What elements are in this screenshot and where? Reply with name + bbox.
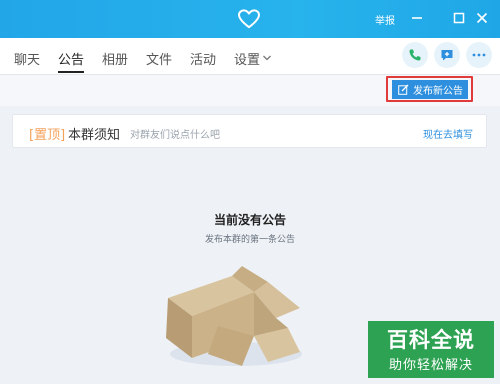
- tab-album[interactable]: 相册: [102, 49, 128, 68]
- heart-icon: [238, 9, 260, 29]
- chat-icon: [441, 50, 453, 61]
- minimize-icon[interactable]: [408, 9, 426, 27]
- empty-box-illustration: [166, 266, 302, 366]
- new-chat-button[interactable]: [434, 42, 460, 68]
- active-tab-indicator: [58, 71, 84, 73]
- phone-icon: [409, 49, 421, 61]
- more-icon: [472, 53, 486, 57]
- pinned-tag: [置顶]: [29, 128, 66, 143]
- empty-state-title: 当前没有公告: [213, 213, 286, 227]
- watermark-main-text: 百科全说: [387, 328, 475, 352]
- tab-bar: 聊天 公告 相册 文件 活动 设置: [0, 38, 500, 75]
- tab-chat[interactable]: 聊天: [14, 49, 40, 68]
- more-button[interactable]: [466, 42, 492, 68]
- empty-state-subtitle: 发布本群的第一条公告: [204, 235, 295, 245]
- publish-button-label: 发布新公告: [413, 86, 463, 97]
- fill-now-link[interactable]: 现在去填写: [423, 126, 473, 141]
- titlebar: 举报: [0, 0, 500, 38]
- edit-icon: [398, 84, 409, 95]
- call-button[interactable]: [402, 42, 428, 68]
- publish-announcement-button[interactable]: 发布新公告: [392, 80, 468, 99]
- report-link[interactable]: 举报: [375, 12, 395, 27]
- tab-announcements[interactable]: 公告: [58, 49, 84, 68]
- notice-title: 本群须知: [68, 128, 121, 143]
- chevron-down-icon[interactable]: [262, 54, 272, 62]
- tab-activities[interactable]: 活动: [190, 49, 216, 68]
- watermark-sub-text: 助你轻松解决: [388, 358, 473, 373]
- maximize-icon[interactable]: [450, 9, 468, 27]
- close-icon[interactable]: [473, 9, 491, 27]
- tab-settings[interactable]: 设置: [234, 49, 260, 68]
- pinned-notice-card[interactable]: [置顶] 本群须知 对群友们说点什么吧 现在去填写: [12, 114, 487, 148]
- tab-files[interactable]: 文件: [146, 49, 172, 68]
- group-window: 举报 聊天 公告 相册 文件 活动 设置 发布新公告 [置顶] 本群须知 对群友…: [0, 0, 500, 384]
- watermark-logo: 百科全说 助你轻松解决: [368, 321, 494, 378]
- notice-hint: 对群友们说点什么吧: [130, 130, 220, 141]
